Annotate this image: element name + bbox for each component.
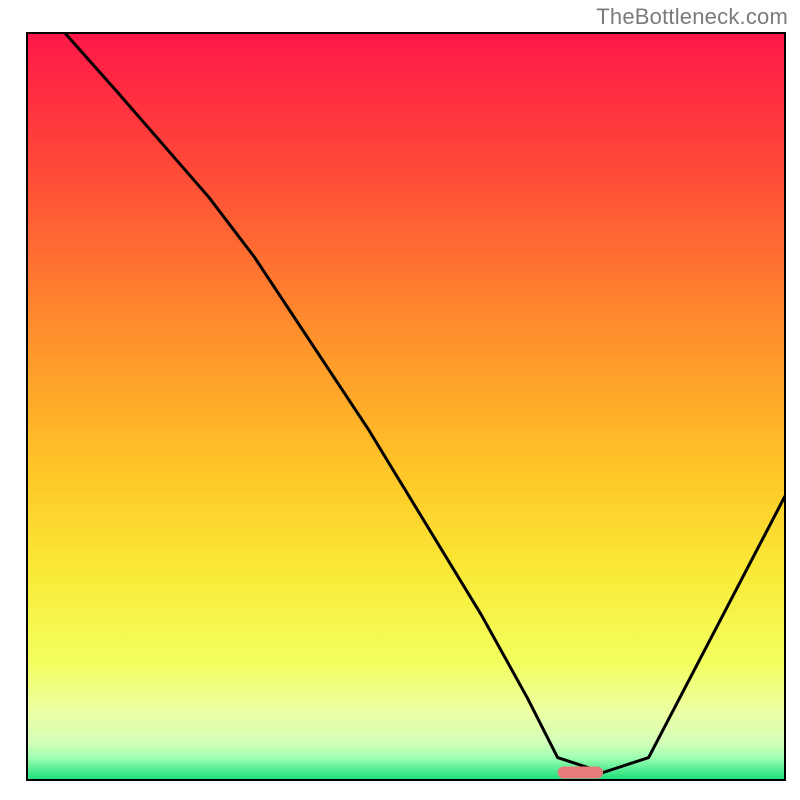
- plot-svg: [0, 0, 800, 800]
- attribution-label: TheBottleneck.com: [596, 4, 788, 30]
- gradient-background: [27, 33, 785, 780]
- optimal-range-marker: [558, 767, 603, 779]
- bottleneck-chart: TheBottleneck.com: [0, 0, 800, 800]
